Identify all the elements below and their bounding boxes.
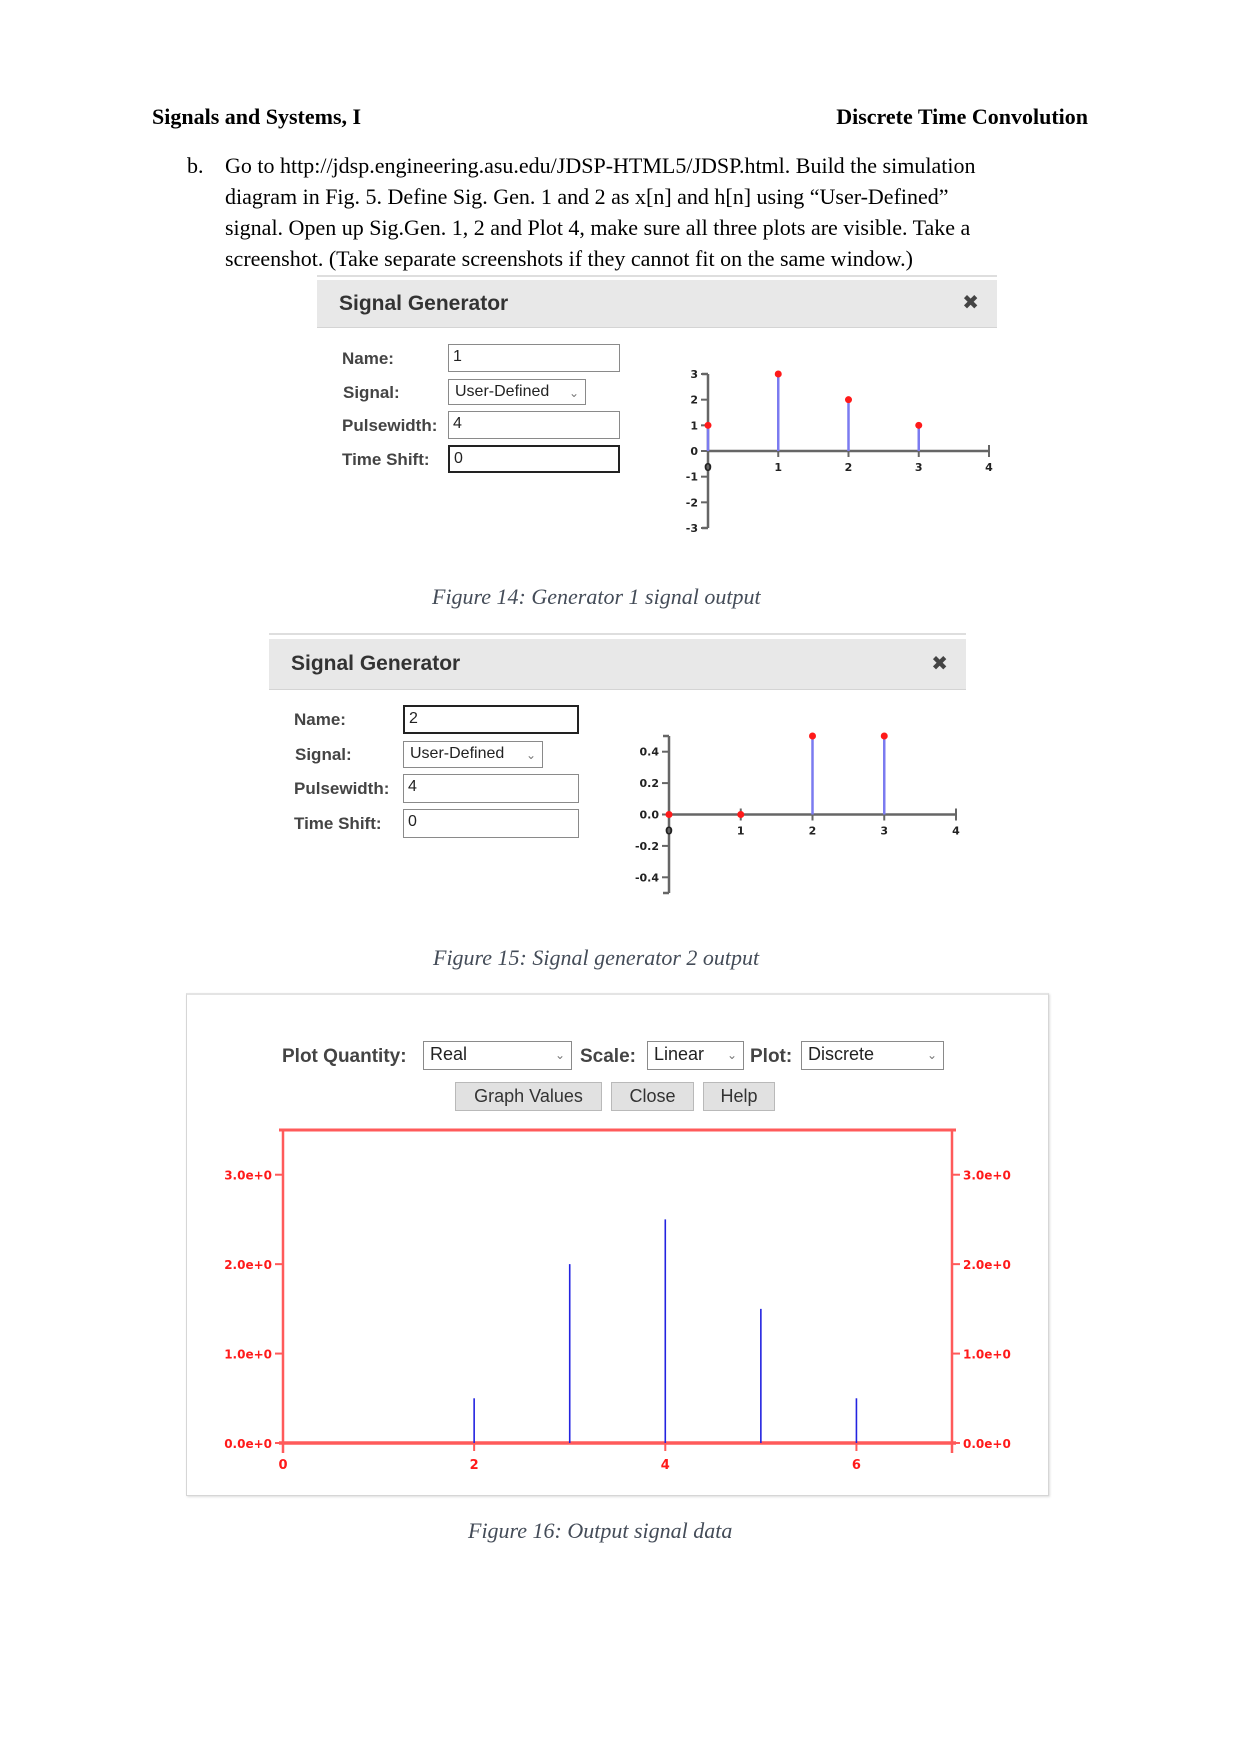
stem-marker (880, 732, 888, 740)
figure-caption: Figure 16: Output signal data (468, 1518, 733, 1543)
stem-marker (809, 732, 816, 740)
plot-quantity-select[interactable]: Real ⌄ (423, 1041, 572, 1070)
x-tick-label: 3 (880, 825, 888, 838)
divider (269, 633, 966, 635)
y-tick-label-right: 3.0e+0 (963, 1169, 1011, 1183)
signal-select[interactable]: User-Defined ⌄ (403, 741, 543, 768)
figure-caption: Figure 14: Generator 1 signal output (432, 584, 761, 609)
x-tick-label: 6 (852, 1458, 861, 1473)
window-title: Signal Generator (339, 292, 509, 315)
x-tick-label: 4 (661, 1458, 670, 1473)
x-tick-label: 0 (278, 1458, 287, 1473)
close-icon[interactable]: ✖ (931, 651, 948, 675)
plot-quantity-label: Plot Quantity: (282, 1046, 407, 1067)
y-tick-label-left: 2.0e+0 (224, 1258, 272, 1272)
y-tick-label-left: 0.0e+0 (224, 1437, 272, 1451)
document-header-right: Discrete Time Convolution (836, 104, 1088, 129)
x-tick-label: 1 (737, 825, 745, 838)
y-tick-label: -3 (686, 522, 698, 535)
instruction-line: signal. Open up Sig.Gen. 1, 2 and Plot 4… (225, 215, 971, 240)
y-tick-label-left: 3.0e+0 (224, 1169, 272, 1183)
stem-marker (665, 811, 673, 818)
instruction-line: diagram in Fig. 5. Define Sig. Gen. 1 an… (225, 184, 949, 209)
y-tick-label: 0.0 (640, 809, 660, 822)
y-tick-label: 1 (690, 419, 698, 432)
x-tick-label: 0 (704, 461, 712, 474)
pulsewidth-label: Pulsewidth: (342, 416, 438, 435)
generator-2-stem-plot: 0.4 0.2 0.0 -0.2 -0.4 0 1 2 3 4 (635, 732, 960, 895)
chevron-down-icon: ⌄ (726, 1048, 737, 1062)
stem-marker (774, 370, 782, 378)
y-tick-label: 0.2 (640, 777, 660, 790)
x-tick-label: 4 (985, 461, 993, 474)
y-tick-label: -2 (686, 496, 698, 509)
y-tick-label: 2 (690, 394, 698, 407)
x-tick-label: 2 (470, 1458, 479, 1473)
y-tick-label-right: 2.0e+0 (963, 1258, 1011, 1272)
divider (317, 275, 997, 277)
pulsewidth-label: Pulsewidth: (294, 779, 390, 798)
plot-type-value: Discrete (808, 1044, 875, 1064)
name-field[interactable]: 2 (403, 705, 579, 734)
y-tick-label: -0.2 (635, 840, 659, 853)
window-header: Signal Generator ✖ (317, 280, 997, 328)
close-button[interactable]: Close (611, 1082, 694, 1111)
stem-marker (704, 421, 712, 429)
chevron-down-icon: ⌄ (525, 748, 536, 762)
x-tick-label: 3 (915, 461, 923, 474)
graph-values-button[interactable]: Graph Values (455, 1082, 602, 1111)
y-tick-label-left: 1.0e+0 (224, 1348, 272, 1362)
stem-marker (845, 396, 852, 404)
time-shift-label: Time Shift: (342, 450, 430, 469)
y-tick-label-right: 1.0e+0 (963, 1348, 1011, 1362)
name-label: Name: (342, 349, 394, 368)
x-tick-label: 0 (665, 825, 673, 838)
y-tick-label: -1 (686, 471, 698, 484)
stem-marker (915, 421, 923, 429)
time-shift-label: Time Shift: (294, 814, 382, 833)
generator-1-stem-plot: 3 2 1 0 -1 -2 -3 0 1 2 3 4 (686, 368, 993, 535)
close-icon[interactable]: ✖ (962, 290, 979, 314)
signal-select[interactable]: User-Defined ⌄ (448, 379, 586, 405)
y-tick-label: 0 (690, 445, 698, 458)
plot-quantity-value: Real (430, 1044, 468, 1064)
stem-marker (737, 811, 745, 818)
scale-label: Scale: (580, 1046, 636, 1067)
x-tick-label: 2 (809, 825, 817, 838)
instruction-paragraph: b. Go to http://jdsp.engineering.asu.edu… (187, 150, 1105, 274)
pulsewidth-field[interactable]: 4 (448, 411, 620, 439)
x-tick-label: 1 (774, 461, 782, 474)
signal-label: Signal: (343, 383, 400, 402)
y-tick-label-right: 0.0e+0 (963, 1437, 1011, 1451)
list-marker: b. (187, 153, 204, 178)
help-button[interactable]: Help (703, 1082, 775, 1111)
pulsewidth-field[interactable]: 4 (403, 774, 579, 803)
window-title: Signal Generator (291, 652, 461, 675)
instruction-line: Go to http://jdsp.engineering.asu.edu/JD… (225, 153, 976, 178)
time-shift-field[interactable]: 0 (448, 445, 620, 473)
x-tick-label: 4 (952, 825, 960, 838)
scale-select[interactable]: Linear ⌄ (647, 1041, 744, 1070)
name-field[interactable]: 1 (448, 344, 620, 372)
chevron-down-icon: ⌄ (568, 386, 579, 400)
plot-type-label: Plot: (750, 1046, 793, 1067)
chevron-down-icon: ⌄ (554, 1048, 565, 1062)
time-shift-field[interactable]: 0 (403, 809, 579, 838)
instruction-line: screenshot. (Take separate screenshots i… (225, 246, 913, 271)
x-tick-label: 2 (845, 461, 853, 474)
scale-value: Linear (654, 1044, 705, 1064)
figure-caption: Figure 15: Signal generator 2 output (433, 945, 760, 970)
document-header-left: Signals and Systems, I (152, 104, 362, 129)
chevron-down-icon: ⌄ (926, 1048, 937, 1062)
y-tick-label: 3 (690, 368, 698, 381)
plot-type-select[interactable]: Discrete ⌄ (801, 1041, 944, 1070)
name-label: Name: (294, 710, 346, 729)
window-header: Signal Generator ✖ (269, 639, 966, 690)
signal-label: Signal: (295, 745, 352, 764)
signal-select-value: User-Defined (455, 383, 550, 400)
y-tick-label: -0.4 (635, 871, 659, 884)
output-signal-plot: 3.0e+0 2.0e+0 1.0e+0 0.0e+0 3.0e+0 2.0e+0 1.0e… (224, 1128, 1011, 1473)
y-tick-label: 0.4 (640, 746, 660, 759)
signal-select-value: User-Defined (410, 745, 505, 762)
